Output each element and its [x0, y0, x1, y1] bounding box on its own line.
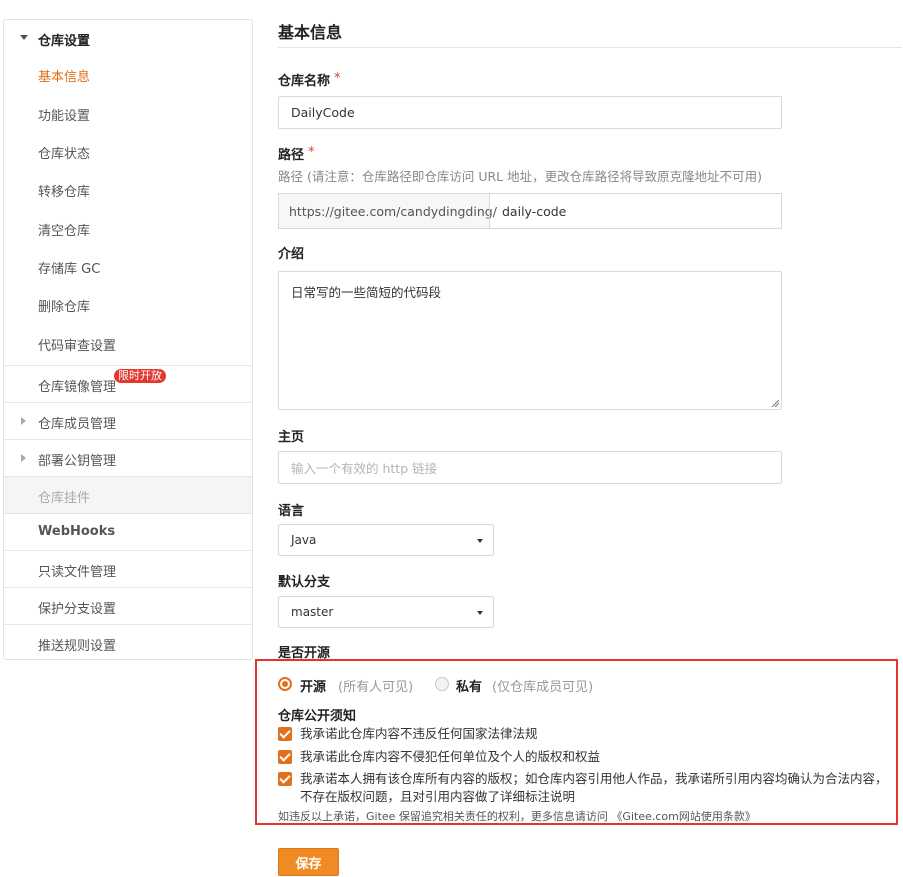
default-branch-value: master: [291, 605, 334, 619]
required-mark: *: [308, 145, 315, 160]
caret-down-icon: [477, 611, 483, 615]
path-input[interactable]: daily-code: [489, 193, 782, 229]
pledge-text-2: 我承诺此仓库内容不侵犯任何单位及个人的版权和权益: [300, 749, 601, 764]
radio-public-label[interactable]: 开源: [300, 676, 326, 695]
limited-time-badge: 限时开放: [114, 369, 166, 383]
sidebar-item-transfer[interactable]: 转移仓库: [38, 181, 90, 200]
repo-name-input[interactable]: DailyCode: [278, 96, 782, 129]
path-label-text: 路径: [278, 148, 305, 163]
required-mark: *: [334, 71, 341, 86]
pledge-checkbox-3[interactable]: [278, 772, 292, 786]
terms-notice-text: 如违反以上承诺，Gitee 保留追究相关责任的权利，更多信息请访问: [278, 810, 608, 823]
sidebar-item-features[interactable]: 功能设置: [38, 105, 90, 124]
title-divider: [278, 47, 902, 48]
terms-link[interactable]: 《Gitee.com网站使用条款》: [611, 810, 755, 823]
homepage-placeholder: 输入一个有效的 http 链接: [291, 461, 438, 476]
chevron-right-icon: [21, 417, 26, 425]
path-prefix: https://gitee.com/candydingding/: [278, 193, 497, 229]
sidebar-item-label: 保护分支设置: [38, 602, 117, 617]
default-branch-label: 默认分支: [278, 575, 331, 590]
sidebar-group-label: 仓库设置: [38, 34, 91, 49]
intro-textarea[interactable]: 日常写的一些简短的代码段: [278, 271, 782, 410]
sidebar-item-delete[interactable]: 删除仓库: [38, 296, 90, 315]
pledge-checkbox-1[interactable]: [278, 727, 292, 741]
radio-private-note: (仅仓库成员可见): [492, 680, 594, 695]
sidebar-item-repo-status[interactable]: 仓库状态: [38, 143, 90, 162]
language-value: Java: [291, 533, 317, 547]
sidebar-item-label: 仓库挂件: [38, 491, 91, 506]
radio-private-label[interactable]: 私有: [456, 676, 482, 695]
public-notice-title: 仓库公开须知: [278, 709, 357, 724]
sidebar-item-label: 仓库成员管理: [38, 417, 117, 432]
sidebar-group-repo-settings[interactable]: 仓库设置: [4, 20, 252, 56]
language-select[interactable]: Java: [278, 524, 494, 556]
pledge-text-3-cont: 不存在版权问题，且对引用内容做了详细标注说明: [300, 789, 576, 804]
pledge-checkbox-2[interactable]: [278, 750, 292, 764]
sidebar-item-protected-branches[interactable]: 保护分支设置: [4, 587, 252, 624]
pledge-text-1: 我承诺此仓库内容不违反任何国家法律法规: [300, 726, 538, 741]
language-label: 语言: [278, 504, 305, 519]
resize-grip-icon[interactable]: [771, 399, 779, 407]
intro-value: 日常写的一些简短的代码段: [291, 285, 442, 300]
pledge-text-3: 我承诺本人拥有该仓库所有内容的版权；如仓库内容引用他人作品，我承诺所引用内容均确…: [300, 771, 888, 786]
repo-name-value: DailyCode: [291, 105, 355, 120]
sidebar-item-readonly-files[interactable]: 只读文件管理: [4, 550, 252, 587]
sidebar-item-gc[interactable]: 存储库 GC: [38, 258, 100, 277]
sidebar-item-label: WebHooks: [38, 524, 116, 539]
homepage-input[interactable]: 输入一个有效的 http 链接: [278, 451, 782, 484]
sidebar-item-deploy-keys[interactable]: 部署公钥管理: [4, 439, 252, 476]
homepage-label: 主页: [278, 430, 305, 445]
sidebar-item-label: 部署公钥管理: [38, 454, 117, 469]
sidebar-item-widgets[interactable]: 仓库挂件: [4, 476, 252, 513]
sidebar-item-clear[interactable]: 清空仓库: [38, 220, 90, 239]
save-button[interactable]: 保存: [278, 848, 339, 876]
sidebar-item-label: 仓库镜像管理: [38, 380, 117, 395]
sidebar-item-label: 只读文件管理: [38, 565, 117, 580]
chevron-right-icon: [21, 454, 26, 462]
radio-public-note: (所有人可见): [338, 680, 414, 695]
page-title: 基本信息: [278, 23, 343, 42]
path-hint: 路径 (请注意：仓库路径即仓库访问 URL 地址，更改仓库路径将导致原克隆地址不…: [278, 169, 762, 184]
sidebar-item-label: 推送规则设置: [38, 639, 117, 654]
settings-sidebar: 仓库设置 基本信息 功能设置 仓库状态 转移仓库 清空仓库 存储库 GC 删除仓…: [3, 19, 253, 660]
sidebar-item-basic-info[interactable]: 基本信息: [38, 66, 90, 85]
repo-name-label-text: 仓库名称: [278, 74, 331, 89]
radio-public[interactable]: [278, 677, 292, 691]
sidebar-item-code-review[interactable]: 代码审查设置: [38, 335, 116, 354]
sidebar-item-mirror[interactable]: 仓库镜像管理 限时开放: [4, 365, 252, 402]
caret-down-icon: [477, 539, 483, 543]
path-value: daily-code: [502, 203, 567, 219]
path-label: 路径 *: [278, 144, 315, 163]
radio-private[interactable]: [435, 677, 449, 691]
sidebar-item-webhooks[interactable]: WebHooks: [4, 513, 252, 550]
sidebar-item-members[interactable]: 仓库成员管理: [4, 402, 252, 439]
terms-notice: 如违反以上承诺，Gitee 保留追究相关责任的权利，更多信息请访问 《Gitee…: [278, 808, 756, 824]
default-branch-select[interactable]: master: [278, 596, 494, 628]
intro-label: 介绍: [278, 247, 305, 262]
sidebar-item-push-rules[interactable]: 推送规则设置: [4, 624, 252, 661]
chevron-down-icon: [20, 35, 28, 40]
repo-name-label: 仓库名称 *: [278, 70, 341, 89]
